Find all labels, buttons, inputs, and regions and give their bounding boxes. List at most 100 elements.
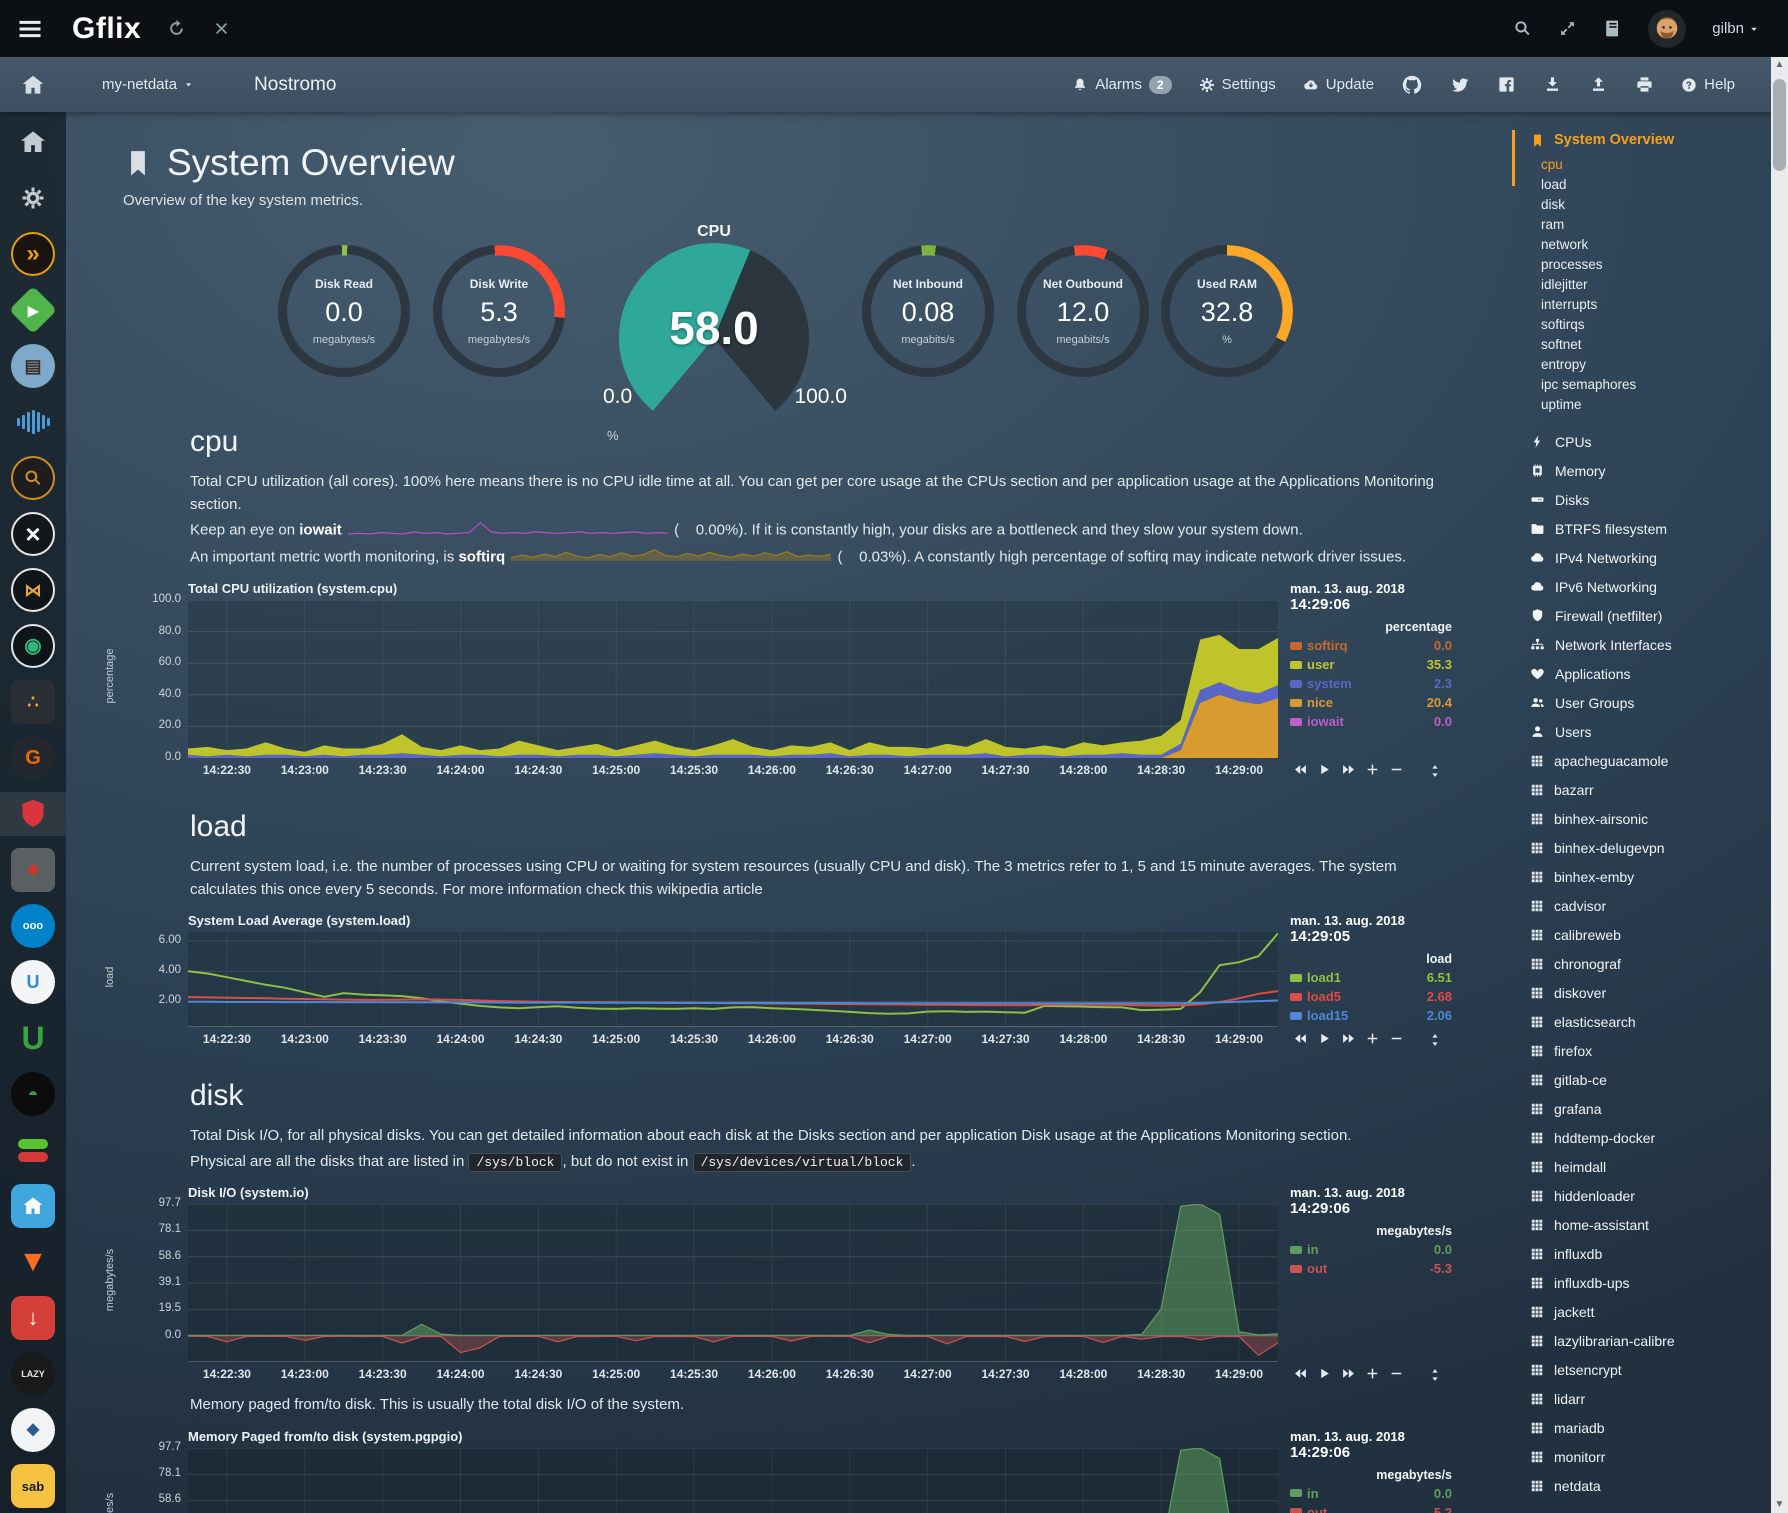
- sidebar-app-binhex-airsonic[interactable]: binhex-airsonic: [1530, 804, 1771, 833]
- sidebar-section-firewall-netfilter[interactable]: Firewall (netfilter): [1530, 601, 1771, 630]
- sidebar-app-calibreweb[interactable]: calibreweb: [1530, 920, 1771, 949]
- update-button[interactable]: Update: [1303, 76, 1374, 93]
- legend-row-iowait[interactable]: iowait0.0: [1290, 712, 1452, 731]
- dock-app-nextcloud[interactable]: ooo: [0, 904, 66, 948]
- dock-app-emby[interactable]: ▶: [0, 288, 66, 332]
- play-button[interactable]: [1318, 763, 1331, 776]
- sidebar-item-disk[interactable]: disk: [1541, 195, 1771, 215]
- zoom-out-button[interactable]: [1390, 1367, 1403, 1380]
- sidebar-app-hiddenloader[interactable]: hiddenloader: [1530, 1181, 1771, 1210]
- chart-plot[interactable]: 100.080.060.040.020.00.0: [188, 600, 1278, 758]
- sidebar-item-cpu[interactable]: cpu: [1541, 155, 1771, 175]
- legend-row-user[interactable]: user35.3: [1290, 655, 1452, 674]
- dock-app-plex[interactable]: »: [0, 232, 66, 276]
- sidebar-app-apacheguacamole[interactable]: apacheguacamole: [1530, 746, 1771, 775]
- sidebar-item-interrupts[interactable]: interrupts: [1541, 295, 1771, 315]
- home-icon[interactable]: [20, 72, 46, 98]
- gauge-cpu[interactable]: CPU58.00.0100.0%: [599, 223, 829, 433]
- dock-app-airsonic[interactable]: [0, 400, 66, 444]
- alarms-button[interactable]: Alarms 2: [1072, 76, 1171, 94]
- legend-row-out[interactable]: out-5.2: [1290, 1503, 1452, 1513]
- play-button[interactable]: [1318, 1032, 1331, 1045]
- sidebar-app-diskover[interactable]: diskover: [1530, 978, 1771, 1007]
- scrollbar-up-arrow[interactable]: ▲: [1771, 57, 1788, 73]
- sidebar-section-user-groups[interactable]: User Groups: [1530, 688, 1771, 717]
- dock-app-gitlab[interactable]: ▼: [0, 1240, 66, 1284]
- page-scrollbar[interactable]: ▲ ▼: [1771, 57, 1788, 1513]
- sidebar-app-lazylibrarian-calibre[interactable]: lazylibrarian-calibre: [1530, 1326, 1771, 1355]
- sidebar-section-disks[interactable]: Disks: [1530, 485, 1771, 514]
- sidebar-item-network[interactable]: network: [1541, 235, 1771, 255]
- pan-backward-button[interactable]: [1294, 1032, 1307, 1045]
- export-icon[interactable]: [1589, 75, 1608, 94]
- sidebar-section-memory[interactable]: Memory: [1530, 456, 1771, 485]
- sidebar-app-gitlab-ce[interactable]: gitlab-ce: [1530, 1065, 1771, 1094]
- gauge-net-inbound[interactable]: Net Inbound0.08megabits/s: [862, 245, 994, 377]
- pan-forward-button[interactable]: [1342, 1367, 1355, 1380]
- dock-app-ombi[interactable]: ⋈: [0, 568, 66, 612]
- legend-row-load1[interactable]: load16.51: [1290, 968, 1452, 987]
- github-icon[interactable]: [1401, 74, 1423, 96]
- dock-app-lazylibrarian[interactable]: LAZY: [0, 1352, 66, 1396]
- sidebar-app-grafana[interactable]: grafana: [1530, 1094, 1771, 1123]
- sidebar-item-load[interactable]: load: [1541, 175, 1771, 195]
- dock-app-cadvisor[interactable]: ∴: [0, 680, 66, 724]
- sidebar-app-hddtemp-docker[interactable]: hddtemp-docker: [1530, 1123, 1771, 1152]
- sidebar-app-binhex-delugevpn[interactable]: binhex-delugevpn: [1530, 833, 1771, 862]
- sidebar-app-heimdall[interactable]: heimdall: [1530, 1152, 1771, 1181]
- scrollbar-down-arrow[interactable]: ▼: [1771, 1497, 1788, 1513]
- dock-app-home[interactable]: [0, 120, 66, 164]
- user-avatar[interactable]: [1648, 10, 1686, 48]
- sidebar-section-network-interfaces[interactable]: Network Interfaces: [1530, 630, 1771, 659]
- legend-row-system[interactable]: system2.3: [1290, 674, 1452, 693]
- dock-app-netdata[interactable]: [0, 792, 66, 836]
- sidebar-app-letsencrypt[interactable]: letsencrypt: [1530, 1355, 1771, 1384]
- chart-plot[interactable]: 6.004.002.00: [188, 932, 1278, 1027]
- play-button[interactable]: [1318, 1367, 1331, 1380]
- changelog-icon[interactable]: [1603, 19, 1622, 38]
- host-dropdown[interactable]: my-netdata: [102, 76, 194, 93]
- search-icon[interactable]: [1513, 19, 1532, 38]
- chart-resize-handle[interactable]: [1428, 1366, 1442, 1384]
- dock-app-untangle[interactable]: U: [0, 1016, 66, 1060]
- sidebar-item-processes[interactable]: processes: [1541, 255, 1771, 275]
- scrollbar-thumb[interactable]: [1773, 79, 1786, 171]
- legend-row-load5[interactable]: load52.68: [1290, 987, 1452, 1006]
- sidebar-item-entropy[interactable]: entropy: [1541, 355, 1771, 375]
- dock-app-home-assistant[interactable]: [0, 1184, 66, 1228]
- dock-app-duckdns[interactable]: ◆: [0, 1408, 66, 1452]
- dock-app-jackett[interactable]: [0, 456, 66, 500]
- gauge-disk-write[interactable]: Disk Write5.3megabytes/s: [433, 245, 565, 377]
- settings-button[interactable]: Settings: [1199, 76, 1276, 93]
- dock-app-pihole[interactable]: ◓: [0, 1072, 66, 1116]
- legend-row-load15[interactable]: load152.06: [1290, 1006, 1452, 1025]
- sidebar-item-ram[interactable]: ram: [1541, 215, 1771, 235]
- sidebar-app-bazarr[interactable]: bazarr: [1530, 775, 1771, 804]
- zoom-out-button[interactable]: [1390, 763, 1403, 776]
- dock-app-krusader[interactable]: ◆: [0, 848, 66, 892]
- chart-plot[interactable]: 97.778.158.639.119.50.0: [188, 1204, 1278, 1362]
- sidebar-item-idlejitter[interactable]: idlejitter: [1541, 275, 1771, 295]
- refresh-icon[interactable]: [167, 19, 186, 38]
- close-icon[interactable]: [212, 19, 231, 38]
- sidebar-app-elasticsearch[interactable]: elasticsearch: [1530, 1007, 1771, 1036]
- sidebar-item-ipc-semaphores[interactable]: ipc semaphores: [1541, 375, 1771, 395]
- sidebar-section-users[interactable]: Users: [1530, 717, 1771, 746]
- dock-app-grafana[interactable]: G: [0, 736, 66, 780]
- sidebar-app-home-assistant[interactable]: home-assistant: [1530, 1210, 1771, 1239]
- gauge-used-ram[interactable]: Used RAM32.8%: [1161, 245, 1293, 377]
- chart-resize-handle[interactable]: [1428, 762, 1442, 780]
- dock-app-sabnzbd[interactable]: sab: [0, 1464, 66, 1508]
- dock-app-unifi[interactable]: U: [0, 960, 66, 1004]
- zoom-out-button[interactable]: [1390, 1032, 1403, 1045]
- sidebar-app-influxdb-ups[interactable]: influxdb-ups: [1530, 1268, 1771, 1297]
- sidebar-item-softnet[interactable]: softnet: [1541, 335, 1771, 355]
- print-icon[interactable]: [1635, 75, 1654, 94]
- chart-plot[interactable]: 97.778.158.639.119.50.0: [188, 1448, 1278, 1513]
- dock-app-deluge[interactable]: ◉: [0, 624, 66, 668]
- sidebar-app-binhex-emby[interactable]: binhex-emby: [1530, 862, 1771, 891]
- sidebar-app-monitorr[interactable]: monitorr: [1530, 1442, 1771, 1471]
- import-icon[interactable]: [1543, 75, 1562, 94]
- legend-row-nice[interactable]: nice20.4: [1290, 693, 1452, 712]
- dock-app-monitorr[interactable]: [0, 1128, 66, 1172]
